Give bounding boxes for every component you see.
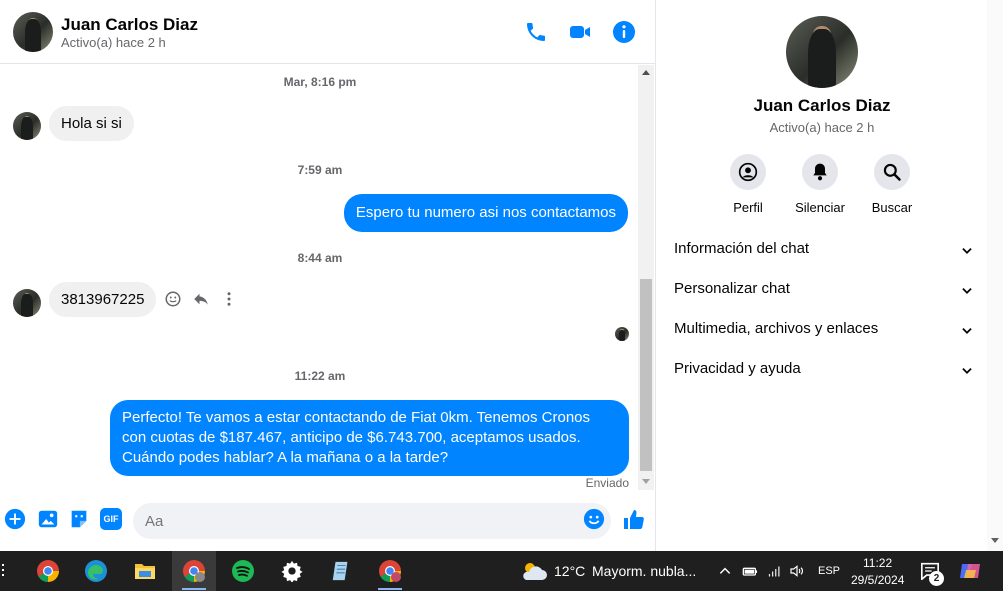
- section-label: Privacidad y ayuda: [674, 360, 801, 377]
- message-input[interactable]: [133, 503, 611, 539]
- chrome-profile-app[interactable]: [172, 551, 216, 591]
- chevron-down-icon: [962, 288, 972, 294]
- conversation-info-panel: Juan Carlos Diaz Activo(a) hace 2 h Perf…: [657, 0, 987, 551]
- gear-icon: [281, 560, 303, 582]
- plus-icon[interactable]: [4, 508, 26, 530]
- scroll-down-arrow[interactable]: [642, 479, 650, 484]
- settings-app[interactable]: [270, 551, 314, 591]
- timestamp: 7:59 am: [297, 163, 343, 177]
- messenger-window: Juan Carlos Diaz Activo(a) hace 2 h Mar,…: [0, 0, 1003, 551]
- composer: GIF: [0, 496, 656, 551]
- info-icon[interactable]: [612, 20, 636, 44]
- contact-avatar[interactable]: [13, 12, 53, 52]
- notepad-icon: [332, 561, 348, 581]
- section-label: Personalizar chat: [674, 280, 790, 297]
- sent-status: Enviado: [585, 476, 629, 490]
- message-outgoing[interactable]: Espero tu numero asi nos contactamos: [343, 194, 628, 232]
- profile-button[interactable]: Perfil: [708, 154, 788, 215]
- scroll-up-arrow[interactable]: [642, 70, 650, 75]
- chrome-icon: [379, 560, 401, 582]
- more-options-icon[interactable]: [220, 290, 238, 308]
- mute-button[interactable]: Silenciar: [780, 154, 860, 215]
- scroll-thumb[interactable]: [640, 279, 652, 471]
- profile-name: Juan Carlos Diaz: [753, 96, 891, 115]
- sticker-icon[interactable]: [68, 508, 90, 530]
- contact-status: Activo(a) hace 2 h: [61, 35, 166, 50]
- language-indicator[interactable]: ESP: [818, 565, 840, 577]
- copilot-icon[interactable]: [958, 560, 982, 582]
- notepad-app[interactable]: [319, 551, 363, 591]
- video-call-icon[interactable]: [568, 20, 592, 44]
- reply-icon[interactable]: [192, 290, 210, 308]
- wifi-icon[interactable]: [767, 564, 782, 579]
- chevron-up-icon[interactable]: [718, 564, 732, 578]
- folder-icon: [135, 564, 155, 579]
- chat-header: Juan Carlos Diaz Activo(a) hace 2 h: [0, 0, 656, 64]
- spotify-icon: [232, 560, 254, 582]
- profile-label: Perfil: [733, 200, 763, 215]
- section-privacy-help[interactable]: Privacidad y ayuda: [674, 360, 974, 392]
- message-outgoing[interactable]: Perfecto! Te vamos a estar contactando d…: [110, 400, 629, 476]
- message-list[interactable]: Mar, 8:16 pm Hola si si 7:59 am Espero t…: [0, 65, 640, 495]
- sender-avatar[interactable]: [13, 112, 41, 140]
- contact-name[interactable]: Juan Carlos Diaz: [61, 15, 198, 35]
- taskbar: 12°C Mayorm. nubla... ESP 11:22 29/5/202…: [0, 551, 1003, 591]
- chrome-icon: [37, 560, 59, 582]
- timestamp: Mar, 8:16 pm: [283, 75, 357, 89]
- search-icon: [883, 163, 901, 181]
- section-media-files[interactable]: Multimedia, archivos y enlaces: [674, 320, 974, 352]
- chevron-down-icon: [962, 328, 972, 334]
- weather-temp: 12°C: [554, 563, 586, 579]
- message-incoming[interactable]: Hola si si: [49, 106, 134, 141]
- gif-label: GIF: [103, 514, 119, 524]
- clock-time[interactable]: 11:22: [863, 556, 892, 570]
- gif-button[interactable]: GIF: [100, 508, 122, 530]
- section-customize-chat[interactable]: Personalizar chat: [674, 280, 974, 312]
- weather-widget[interactable]: 12°C Mayorm. nubla...: [520, 551, 700, 591]
- mute-label: Silenciar: [795, 200, 845, 215]
- profile-avatar[interactable]: [786, 16, 858, 88]
- user-icon: [738, 162, 758, 182]
- sender-avatar[interactable]: [13, 289, 41, 317]
- chrome-profile-app-2[interactable]: [368, 551, 412, 591]
- volume-icon[interactable]: [789, 563, 805, 579]
- window-scrollbar[interactable]: [987, 0, 1003, 551]
- notification-badge: 2: [929, 571, 944, 586]
- chevron-down-icon: [962, 248, 972, 254]
- profile-status: Activo(a) hace 2 h: [769, 120, 875, 135]
- section-chat-info[interactable]: Información del chat: [674, 240, 974, 272]
- chrome-app[interactable]: [26, 551, 70, 591]
- notification-count: 2: [933, 573, 940, 584]
- search-label: Buscar: [871, 200, 913, 215]
- edge-app[interactable]: [74, 551, 118, 591]
- chat-scrollbar[interactable]: [638, 65, 654, 490]
- like-icon[interactable]: [622, 508, 646, 532]
- file-explorer-app[interactable]: [123, 551, 167, 591]
- spotify-app[interactable]: [221, 551, 265, 591]
- battery-icon[interactable]: [742, 564, 758, 578]
- emoji-icon[interactable]: [583, 508, 605, 530]
- seen-avatar: [615, 327, 629, 341]
- taskbar-dots[interactable]: [2, 564, 5, 578]
- message-incoming[interactable]: 3813967225: [49, 282, 157, 317]
- image-icon[interactable]: [37, 508, 59, 530]
- weather-desc: Mayorm. nubla...: [592, 563, 697, 579]
- chat-pane: Juan Carlos Diaz Activo(a) hace 2 h Mar,…: [0, 0, 656, 551]
- timestamp: 11:22 am: [294, 369, 346, 383]
- section-label: Información del chat: [674, 240, 810, 257]
- search-button[interactable]: Buscar: [852, 154, 932, 215]
- chevron-down-icon: [962, 368, 972, 374]
- clock-date[interactable]: 29/5/2024: [851, 573, 904, 587]
- bell-icon: [813, 163, 827, 181]
- emoji-react-icon[interactable]: [164, 290, 182, 308]
- edge-icon: [85, 560, 107, 582]
- cloud-sun-icon: [523, 563, 547, 580]
- phone-icon[interactable]: [524, 20, 548, 44]
- chrome-icon: [183, 560, 205, 582]
- section-label: Multimedia, archivos y enlaces: [674, 320, 879, 337]
- scroll-down-arrow[interactable]: [991, 538, 999, 543]
- timestamp: 8:44 am: [297, 251, 343, 265]
